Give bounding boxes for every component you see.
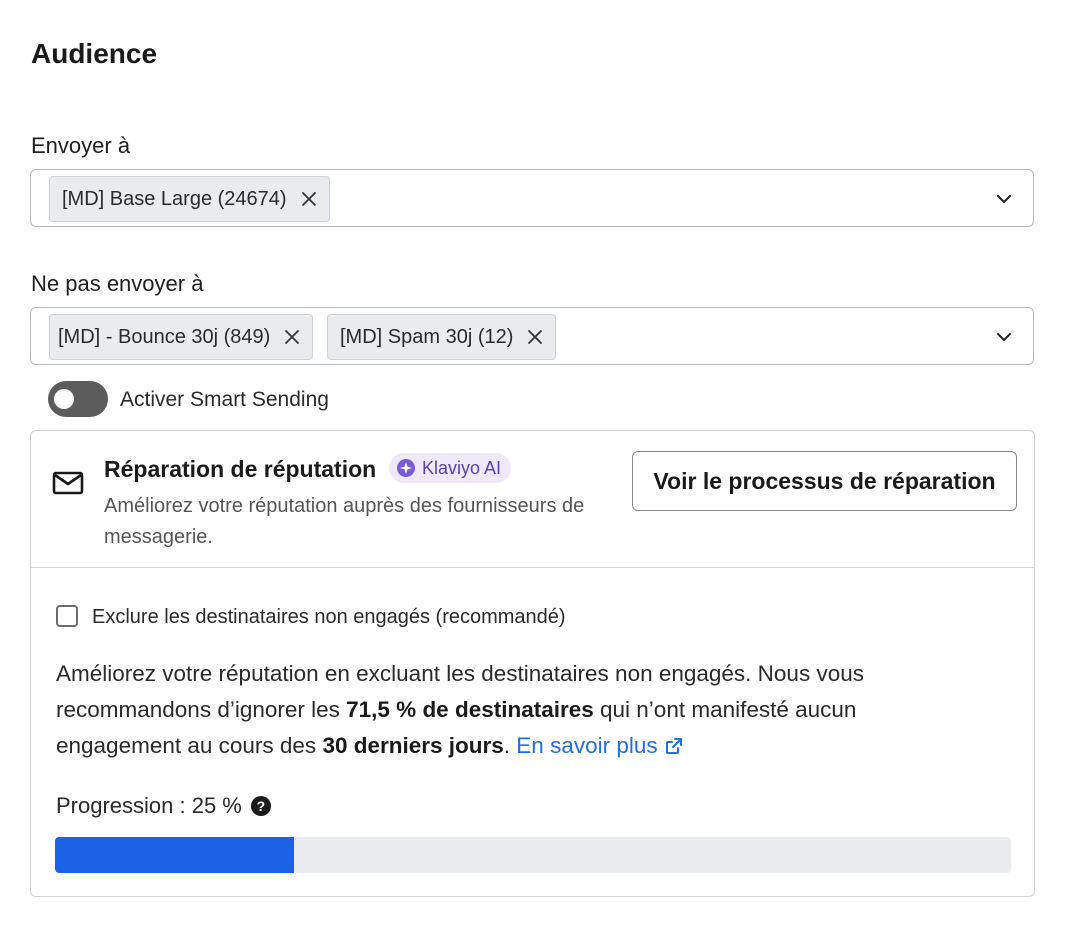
exclude-unengaged-label: Exclure les destinataires non engagés (r… (92, 606, 566, 628)
card-description: Améliorez votre réputation auprès des fo… (104, 495, 585, 548)
klaviyo-ai-badge: Klaviyo AI (389, 453, 512, 483)
progress-bar (55, 837, 1011, 873)
badge-label: Klaviyo AI (422, 457, 502, 478)
send-to-chip: [MD] Base Large (24674) (49, 176, 330, 222)
learn-more-link[interactable]: En savoir plus (516, 733, 683, 758)
info-bold-percent: 71,5 % de destinataires (346, 697, 594, 722)
section-title: Audience (31, 38, 158, 69)
send-to-select[interactable]: [MD] Base Large (24674) (30, 169, 1034, 227)
learn-more-label: En savoir plus (516, 733, 658, 758)
remove-chip-close-icon[interactable] (301, 191, 317, 207)
mail-icon (51, 469, 85, 497)
chip-label: [MD] - Bounce 30j (849) (58, 325, 271, 348)
progress-bar-fill (55, 837, 294, 873)
chevron-down-icon[interactable] (995, 328, 1013, 346)
card-divider (31, 567, 1034, 568)
smart-sending-label: Activer Smart Sending (120, 388, 329, 411)
chip-label: [MD] Spam 30j (12) (340, 325, 514, 348)
exclude-chip: [MD] - Bounce 30j (849) (49, 314, 314, 360)
view-repair-process-button[interactable]: Voir le processus de réparation (632, 451, 1017, 511)
info-bold-period: 30 derniers jours (322, 733, 504, 758)
smart-sending-toggle[interactable] (48, 381, 108, 417)
exclude-chip: [MD] Spam 30j (12) (327, 314, 557, 360)
info-text: . (503, 733, 517, 758)
progress-text: Progression : 25 % (56, 793, 242, 818)
send-to-label: Envoyer à (31, 133, 131, 158)
audience-page: Audience Envoyer à [MD] Base Large (2467… (0, 0, 1065, 928)
progress-label: Progression : 25 % ? (56, 793, 271, 819)
chip-label: [MD] Base Large (24674) (62, 187, 287, 210)
external-link-icon (664, 731, 684, 767)
sparkle-icon (397, 459, 415, 477)
help-question-icon[interactable]: ? (250, 796, 271, 816)
exclude-unengaged-checkbox[interactable] (56, 605, 78, 627)
recommendation-text: Améliorez votre réputation en excluant l… (56, 656, 956, 767)
reputation-repair-card: Réparation de réputation Klaviyo AI Amél… (30, 430, 1035, 897)
remove-chip-close-icon[interactable] (284, 329, 300, 345)
exclude-label: Ne pas envoyer à (31, 271, 204, 296)
remove-chip-close-icon[interactable] (527, 329, 543, 345)
exclude-select[interactable]: [MD] - Bounce 30j (849) [MD] Spam 30j (1… (30, 307, 1034, 365)
card-title: Réparation de réputation (104, 456, 377, 482)
chevron-down-icon[interactable] (995, 190, 1013, 208)
toggle-knob (54, 389, 74, 409)
